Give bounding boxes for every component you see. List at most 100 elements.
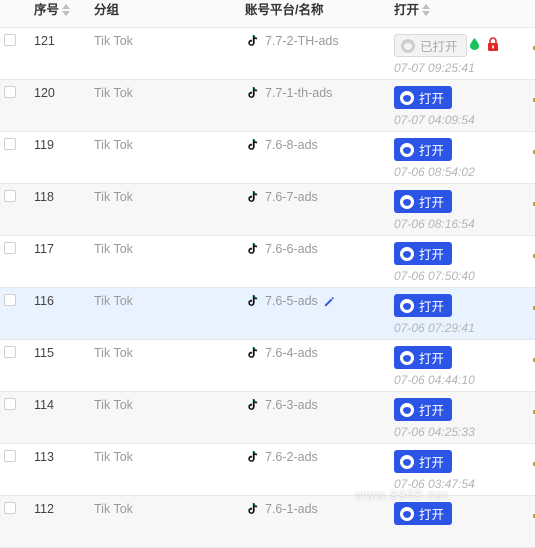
account-name: 7.6-2-ads — [265, 450, 318, 464]
row-account: 7.7-2-TH-ads — [245, 34, 339, 48]
browser-icon — [400, 90, 414, 105]
tiktok-icon — [245, 346, 259, 360]
table-row[interactable]: 118 Tik Tok 7.6-7-ads 打开 07-06 08:16:54 — [0, 184, 535, 236]
row-number: 119 — [34, 138, 54, 152]
table-row[interactable]: 114 Tik Tok 7.6-3-ads 打开 07-06 04:25:33 — [0, 392, 535, 444]
tiktok-icon — [245, 294, 259, 308]
open-button[interactable]: 打开 — [394, 242, 453, 265]
row-account: 7.6-8-ads — [245, 138, 318, 152]
open-button[interactable]: 打开 — [394, 398, 453, 421]
row-group: Tik Tok — [94, 502, 133, 516]
sort-icon[interactable] — [62, 3, 71, 16]
last-opened-time: 07-06 07:50:40 — [394, 269, 475, 283]
open-button[interactable]: 打开 — [394, 346, 453, 369]
accounts-table: 序号 分组 账号平台/名称 打开 121 Tik Tok 7.7-2-TH-ads 已… — [0, 0, 535, 548]
row-number: 114 — [34, 398, 54, 412]
open-button[interactable]: 打开 — [394, 450, 453, 473]
row-number: 115 — [34, 346, 54, 360]
row-checkbox[interactable] — [4, 398, 16, 410]
row-group: Tik Tok — [94, 398, 133, 412]
tiktok-icon — [245, 502, 259, 516]
row-checkbox[interactable] — [4, 242, 16, 254]
row-account: 7.6-1-ads — [245, 502, 318, 516]
table-row[interactable]: 116 Tik Tok 7.6-5-ads 打开 07-06 07:29:41 — [0, 288, 535, 340]
row-account: 7.6-7-ads — [245, 190, 318, 204]
account-name: 7.6-8-ads — [265, 138, 318, 152]
row-checkbox[interactable] — [4, 346, 16, 358]
open-button[interactable]: 打开 — [394, 138, 453, 161]
account-name: 7.7-1-th-ads — [265, 86, 333, 100]
tiktok-icon — [245, 450, 259, 464]
table-row[interactable]: 120 Tik Tok 7.7-1-th-ads 打开 07-07 04:09:54 — [0, 80, 535, 132]
tiktok-icon — [245, 86, 259, 100]
opened-button[interactable]: 已打开 — [394, 34, 467, 57]
table-row[interactable]: 121 Tik Tok 7.7-2-TH-ads 已打开 07-07 09:25:41 — [0, 28, 535, 80]
sort-icon[interactable] — [422, 3, 431, 16]
edit-icon[interactable] — [324, 296, 335, 307]
table-row[interactable]: 119 Tik Tok 7.6-8-ads 打开 07-06 08:54:02 — [0, 132, 535, 184]
tiktok-icon — [245, 398, 259, 412]
row-checkbox[interactable] — [4, 502, 16, 514]
account-name: 7.6-3-ads — [265, 398, 318, 412]
row-account: 7.7-1-th-ads — [245, 86, 332, 100]
table-row[interactable]: 113 Tik Tok 7.6-2-ads 打开 07-06 03:47:54 — [0, 444, 535, 496]
tiktok-icon — [245, 34, 259, 48]
row-group: Tik Tok — [94, 294, 133, 308]
browser-icon — [400, 298, 414, 313]
browser-icon — [400, 506, 414, 521]
row-checkbox[interactable] — [4, 86, 16, 98]
row-checkbox[interactable] — [4, 190, 16, 202]
tiktok-icon — [245, 242, 259, 256]
row-checkbox[interactable] — [4, 450, 16, 462]
open-button[interactable]: 打开 — [394, 294, 453, 317]
table-body: 121 Tik Tok 7.7-2-TH-ads 已打开 07-07 09:25:41 1… — [0, 28, 535, 548]
row-checkbox[interactable] — [4, 138, 16, 150]
status-drop-icon — [470, 38, 479, 50]
account-name: 7.7-2-TH-ads — [265, 34, 339, 48]
browser-icon — [400, 194, 414, 209]
browser-icon — [400, 454, 414, 469]
open-button[interactable]: 打开 — [394, 190, 453, 213]
last-opened-time: 07-06 04:25:33 — [394, 425, 475, 439]
row-checkbox[interactable] — [4, 294, 16, 306]
table-row[interactable]: 115 Tik Tok 7.6-4-ads 打开 07-06 04:44:10 — [0, 340, 535, 392]
row-group: Tik Tok — [94, 190, 133, 204]
row-group: Tik Tok — [94, 346, 133, 360]
browser-icon — [400, 246, 414, 261]
table-row[interactable]: 112 Tik Tok 7.6-1-ads 打开 — [0, 496, 535, 548]
row-number: 121 — [34, 34, 55, 48]
account-name: 7.6-5-ads — [265, 294, 318, 308]
row-checkbox[interactable] — [4, 34, 16, 46]
row-group: Tik Tok — [94, 86, 133, 100]
account-name: 7.6-6-ads — [265, 242, 318, 256]
row-number: 112 — [34, 502, 54, 516]
table-header: 序号 分组 账号平台/名称 打开 — [0, 0, 535, 28]
row-group: Tik Tok — [94, 242, 133, 256]
row-account: 7.6-5-ads — [245, 294, 335, 308]
account-name: 7.6-4-ads — [265, 346, 318, 360]
account-name: 7.6-1-ads — [265, 502, 318, 516]
row-account: 7.6-4-ads — [245, 346, 318, 360]
browser-icon — [400, 350, 414, 365]
tiktok-icon — [245, 138, 259, 152]
row-group: Tik Tok — [94, 34, 133, 48]
row-account: 7.6-3-ads — [245, 398, 318, 412]
header-account: 账号平台/名称 — [245, 3, 324, 17]
last-opened-time: 07-06 04:44:10 — [394, 373, 475, 387]
row-number: 113 — [34, 450, 54, 464]
last-opened-time: 07-06 08:16:54 — [394, 217, 475, 231]
row-account: 7.6-6-ads — [245, 242, 318, 256]
open-button[interactable]: 打开 — [394, 86, 453, 109]
browser-icon — [400, 402, 414, 417]
header-open[interactable]: 打开 — [394, 0, 431, 20]
last-opened-time: 07-07 09:25:41 — [394, 61, 475, 75]
row-number: 116 — [34, 294, 54, 308]
row-number: 120 — [34, 86, 55, 100]
row-account: 7.6-2-ads — [245, 450, 318, 464]
watermark: www.9969.net — [355, 487, 449, 502]
header-group: 分组 — [94, 3, 120, 17]
lock-icon[interactable] — [487, 37, 499, 51]
header-num[interactable]: 序号 — [34, 0, 71, 20]
table-row[interactable]: 117 Tik Tok 7.6-6-ads 打开 07-06 07:50:40 — [0, 236, 535, 288]
account-name: 7.6-7-ads — [265, 190, 318, 204]
